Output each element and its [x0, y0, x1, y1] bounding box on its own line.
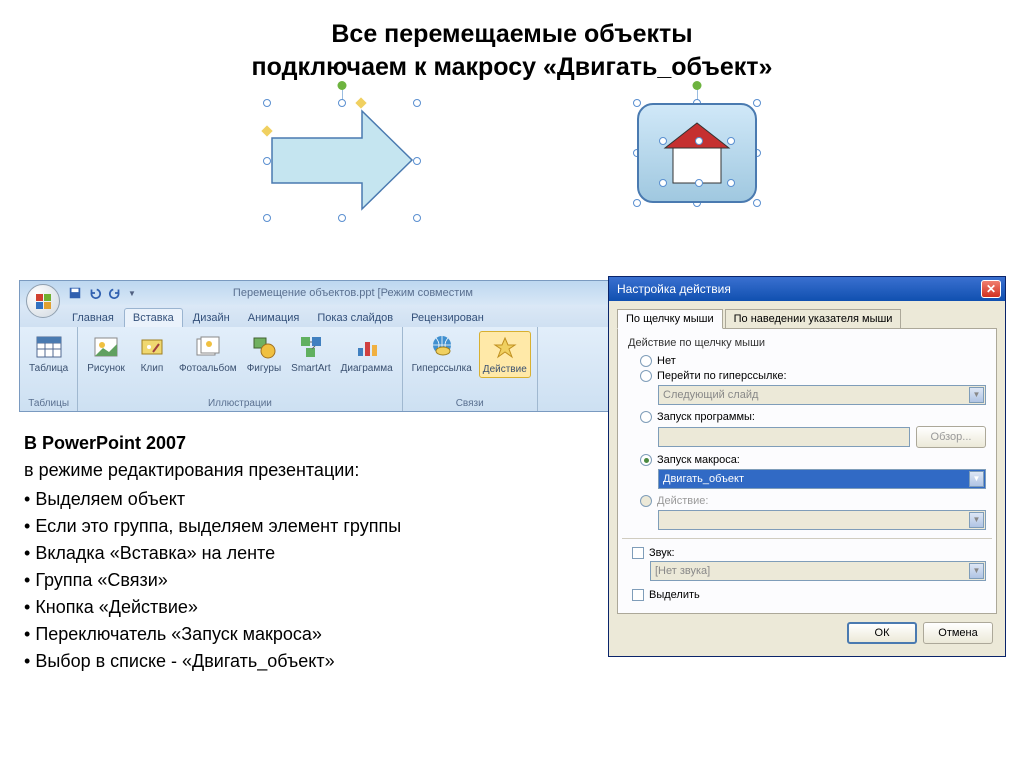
- fieldset-label: Действие по щелчку мыши: [628, 337, 986, 349]
- picture-icon: [92, 333, 120, 361]
- slide-title: Все перемещаемые объекты подключаем к ма…: [0, 0, 1024, 93]
- tab-mouse-click[interactable]: По щелчку мыши: [617, 309, 723, 329]
- browse-button: Обзор...: [916, 426, 986, 448]
- ribbon-item-hyperlink[interactable]: Гиперссылка: [409, 331, 475, 378]
- checkbox-highlight[interactable]: Выделить: [632, 589, 986, 601]
- radio-none[interactable]: Нет: [640, 355, 986, 367]
- macro-combo[interactable]: Двигать_объект ▼: [658, 469, 986, 489]
- program-path-input: [658, 427, 910, 447]
- tab-design[interactable]: Дизайн: [185, 309, 238, 327]
- photoalbum-icon: [194, 333, 222, 361]
- action-settings-dialog: Настройка действия ✕ По щелчку мыши По н…: [608, 276, 1006, 657]
- radio-run-macro[interactable]: Запуск макроса:: [640, 454, 986, 466]
- rotate-handle-icon: [693, 81, 702, 90]
- rotate-handle-icon: [338, 81, 347, 90]
- ribbon-item-chart[interactable]: Диаграмма: [338, 331, 396, 376]
- save-icon[interactable]: [68, 286, 82, 300]
- smartart-icon: [297, 333, 325, 361]
- tab-animation[interactable]: Анимация: [240, 309, 308, 327]
- qat-dropdown-icon[interactable]: ▼: [128, 289, 136, 298]
- sound-combo: [Нет звука] ▼: [650, 561, 986, 581]
- selected-shapes-row: [0, 93, 1024, 238]
- ribbon-group-links: Гиперссылка Действие Связи: [403, 327, 538, 411]
- chevron-down-icon: ▼: [969, 512, 984, 528]
- checkbox-sound[interactable]: Звук:: [632, 547, 986, 559]
- house-icon: [657, 118, 737, 188]
- chevron-down-icon: ▼: [969, 387, 984, 403]
- tab-home[interactable]: Главная: [64, 309, 122, 327]
- clip-icon: [138, 333, 166, 361]
- ribbon-item-table[interactable]: Таблица: [26, 331, 71, 376]
- house-shape-selected: [637, 103, 757, 203]
- office-button[interactable]: [26, 284, 60, 318]
- ribbon-tabs: Главная Вставка Дизайн Анимация Показ сл…: [20, 305, 610, 327]
- tab-mouse-over[interactable]: По наведении указателя мыши: [725, 309, 902, 329]
- arrow-shape-selected: [267, 103, 417, 218]
- instructions-text: В PowerPoint 2007 в режиме редактировани…: [24, 430, 401, 677]
- radio-hyperlink[interactable]: Перейти по гиперссылке:: [640, 370, 986, 382]
- close-button[interactable]: ✕: [981, 280, 1001, 298]
- ribbon-item-photoalbum[interactable]: Фотоальбом: [176, 331, 240, 376]
- quick-access-toolbar: ▼: [68, 286, 136, 300]
- undo-icon[interactable]: [88, 286, 102, 300]
- chevron-down-icon[interactable]: ▼: [969, 471, 984, 487]
- dialog-titlebar: Настройка действия ✕: [609, 277, 1005, 301]
- ribbon-item-action[interactable]: Действие: [479, 331, 531, 378]
- tab-review[interactable]: Рецензирован: [403, 309, 492, 327]
- ribbon-item-picture[interactable]: Рисунок: [84, 331, 128, 376]
- chart-icon: [353, 333, 381, 361]
- window-title: Перемещение объектов.ppt [Режим совмести…: [136, 287, 610, 299]
- ribbon-item-clip[interactable]: Клип: [132, 331, 172, 376]
- action-icon: [491, 334, 519, 362]
- ribbon-item-shapes[interactable]: Фигуры: [244, 331, 284, 376]
- ok-button[interactable]: ОК: [847, 622, 917, 644]
- redo-icon[interactable]: [108, 286, 122, 300]
- radio-action[interactable]: Действие:: [640, 495, 986, 507]
- ribbon-item-smartart[interactable]: SmartArt: [288, 331, 333, 376]
- shapes-icon: [250, 333, 278, 361]
- dialog-title: Настройка действия: [617, 282, 731, 296]
- tab-insert[interactable]: Вставка: [124, 308, 183, 327]
- cancel-button[interactable]: Отмена: [923, 622, 993, 644]
- ribbon-group-tables: Таблица Таблицы: [20, 327, 78, 411]
- ribbon-group-illustrations: Рисунок Клип Фотоальбом Фигуры SmartArt: [78, 327, 402, 411]
- action-combo: ▼: [658, 510, 986, 530]
- arrow-icon: [267, 103, 417, 218]
- radio-run-program[interactable]: Запуск программы:: [640, 411, 986, 423]
- hyperlink-combo: Следующий слайд ▼: [658, 385, 986, 405]
- chevron-down-icon: ▼: [969, 563, 984, 579]
- powerpoint-ribbon: ▼ Перемещение объектов.ppt [Режим совмес…: [19, 280, 611, 412]
- tab-slideshow[interactable]: Показ слайдов: [309, 309, 401, 327]
- hyperlink-icon: [428, 333, 456, 361]
- table-icon: [35, 333, 63, 361]
